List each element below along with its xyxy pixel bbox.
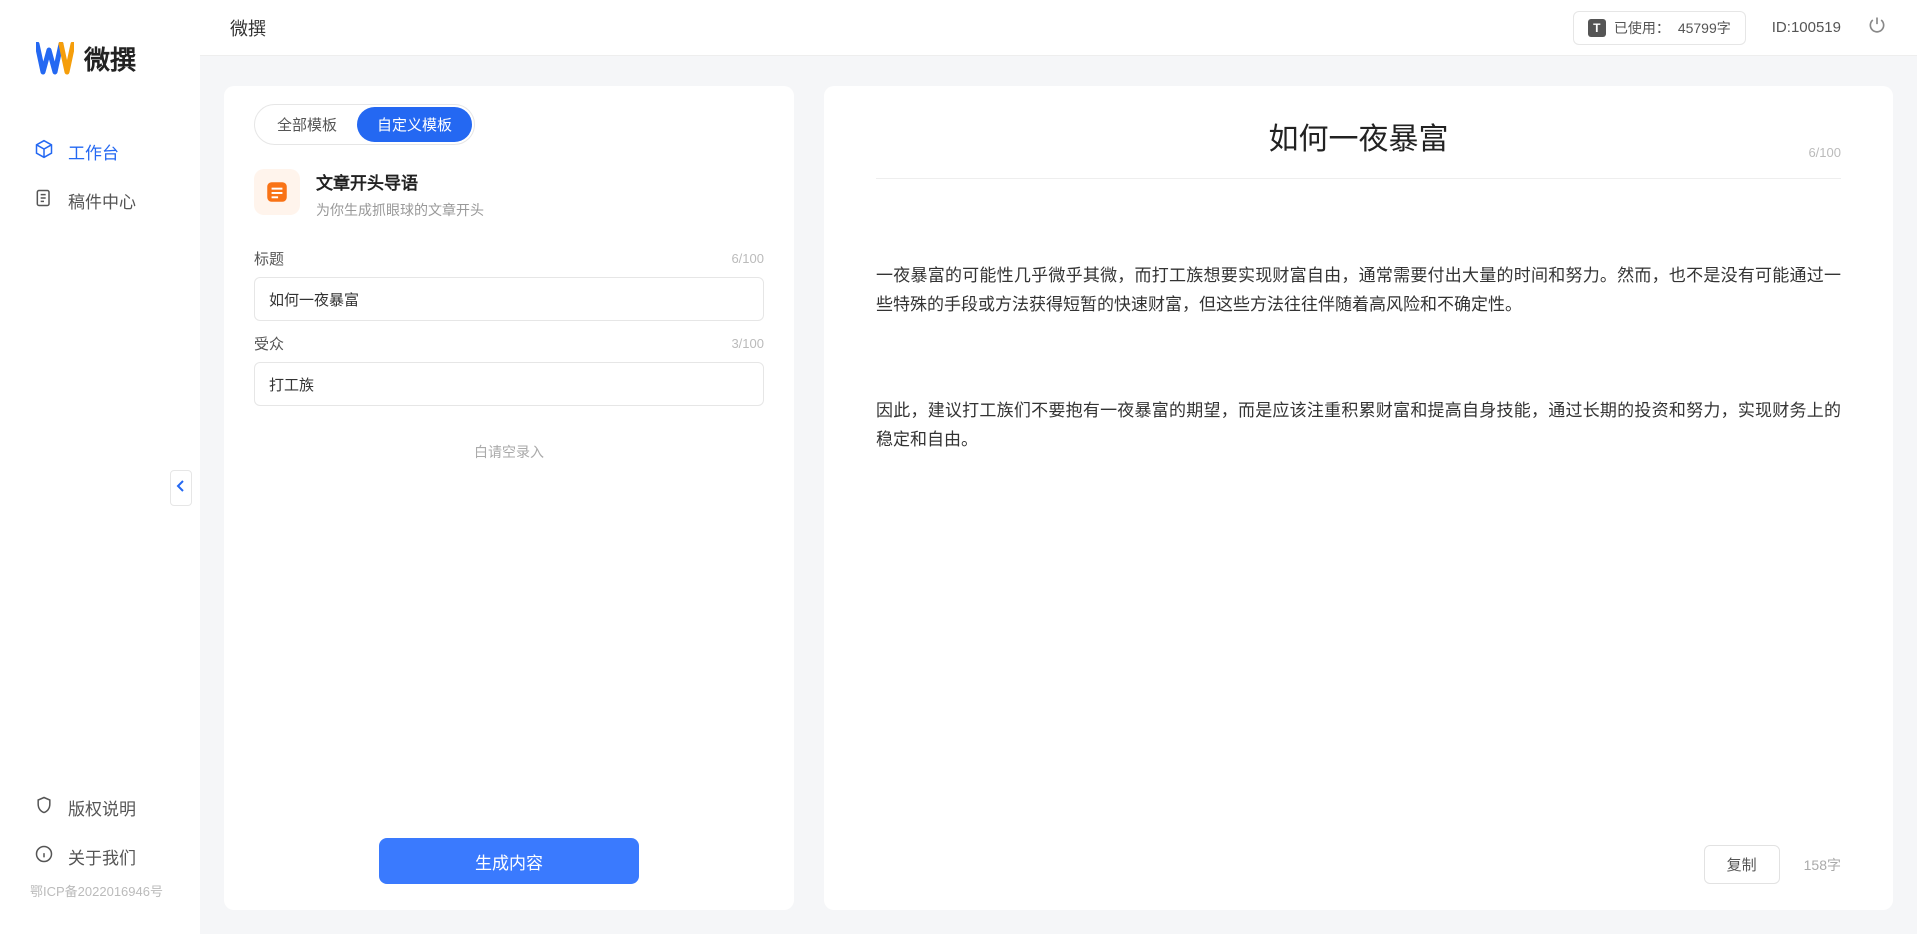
sidebar-item-label: 稿件中心	[68, 188, 136, 213]
template-card: 文章开头导语 为你生成抓眼球的文章开头	[254, 163, 764, 244]
logo-text: 微撰	[84, 40, 136, 77]
usage-badge[interactable]: T 已使用： 45799字	[1573, 11, 1746, 45]
sidebar-footer: 版权说明 关于我们 鄂ICP备2022016946号	[0, 783, 200, 934]
generate-button[interactable]: 生成内容	[379, 838, 639, 884]
field-audience-count: 3/100	[731, 336, 764, 351]
sidebar-item-workbench[interactable]: 工作台	[0, 127, 200, 176]
power-button[interactable]	[1867, 15, 1887, 40]
empty-hint: 白请空录入	[254, 442, 764, 462]
doc-paragraph: 因此，建议打工族们不要抱有一夜暴富的期望，而是应该注重积累财富和提高自身技能，通…	[876, 396, 1841, 456]
sidebar-item-drafts[interactable]: 稿件中心	[0, 176, 200, 225]
template-panel: 全部模板 自定义模板 文章开头导语 为你生成抓眼球的文章开头 标题 6/100	[224, 86, 794, 910]
sidebar-collapse-toggle[interactable]	[170, 470, 192, 506]
doc-list-icon	[34, 188, 54, 213]
sidebar-item-label: 关于我们	[68, 844, 136, 869]
power-icon	[1867, 15, 1887, 40]
doc-footer: 复制 158字	[876, 845, 1841, 884]
field-audience-label: 受众	[254, 333, 284, 354]
doc-title-row: 如何一夜暴富 6/100	[876, 114, 1841, 179]
copy-button[interactable]: 复制	[1704, 845, 1780, 884]
template-desc: 为你生成抓眼球的文章开头	[316, 200, 484, 220]
field-audience: 受众 3/100	[254, 333, 764, 406]
usage-label: 已使用：	[1614, 18, 1670, 38]
field-title-count: 6/100	[731, 251, 764, 266]
template-icon	[254, 169, 300, 215]
sidebar-item-about[interactable]: 关于我们	[0, 832, 200, 881]
header-bar: 微撰 T 已使用： 45799字 ID:100519	[200, 0, 1917, 56]
sidebar-item-label: 工作台	[68, 139, 119, 164]
title-input[interactable]	[254, 277, 764, 321]
header-right: T 已使用： 45799字 ID:100519	[1573, 11, 1887, 45]
shield-icon	[34, 795, 54, 820]
doc-paragraph: 一夜暴富的可能性几乎微乎其微，而打工族想要实现财富自由，通常需要付出大量的时间和…	[876, 261, 1841, 321]
sidebar-item-label: 版权说明	[68, 795, 136, 820]
audience-input[interactable]	[254, 362, 764, 406]
field-title-label: 标题	[254, 248, 284, 269]
info-icon	[34, 844, 54, 869]
tab-all-templates[interactable]: 全部模板	[257, 107, 357, 142]
output-panel: 如何一夜暴富 6/100 一夜暴富的可能性几乎微乎其微，而打工族想要实现财富自由…	[824, 86, 1893, 910]
template-title: 文章开头导语	[316, 169, 484, 194]
word-count: 158字	[1804, 855, 1841, 875]
template-meta: 文章开头导语 为你生成抓眼球的文章开头	[316, 169, 484, 220]
text-count-icon: T	[1588, 19, 1606, 37]
user-id: ID:100519	[1772, 19, 1841, 36]
chevron-left-icon	[176, 479, 186, 498]
usage-value: 45799字	[1678, 18, 1731, 38]
cube-icon	[34, 139, 54, 164]
page-title: 微撰	[230, 15, 266, 41]
doc-title: 如何一夜暴富	[1269, 114, 1449, 158]
icp-text: 鄂ICP备2022016946号	[0, 881, 200, 914]
user-id-value: 100519	[1791, 19, 1841, 36]
logo: 微撰	[0, 0, 200, 107]
main-content: 全部模板 自定义模板 文章开头导语 为你生成抓眼球的文章开头 标题 6/100	[200, 56, 1917, 934]
doc-body: 一夜暴富的可能性几乎微乎其微，而打工族想要实现财富自由，通常需要付出大量的时间和…	[876, 179, 1841, 531]
field-title: 标题 6/100	[254, 248, 764, 321]
sidebar-item-copyright[interactable]: 版权说明	[0, 783, 200, 832]
doc-title-count: 6/100	[1808, 145, 1841, 160]
tab-custom-templates[interactable]: 自定义模板	[357, 107, 472, 142]
sidebar: 微撰 工作台 稿件中心	[0, 0, 200, 934]
sidebar-nav: 工作台 稿件中心	[0, 107, 200, 783]
template-tabs: 全部模板 自定义模板	[254, 104, 475, 145]
logo-icon	[36, 42, 74, 76]
user-id-label: ID:	[1772, 19, 1791, 36]
